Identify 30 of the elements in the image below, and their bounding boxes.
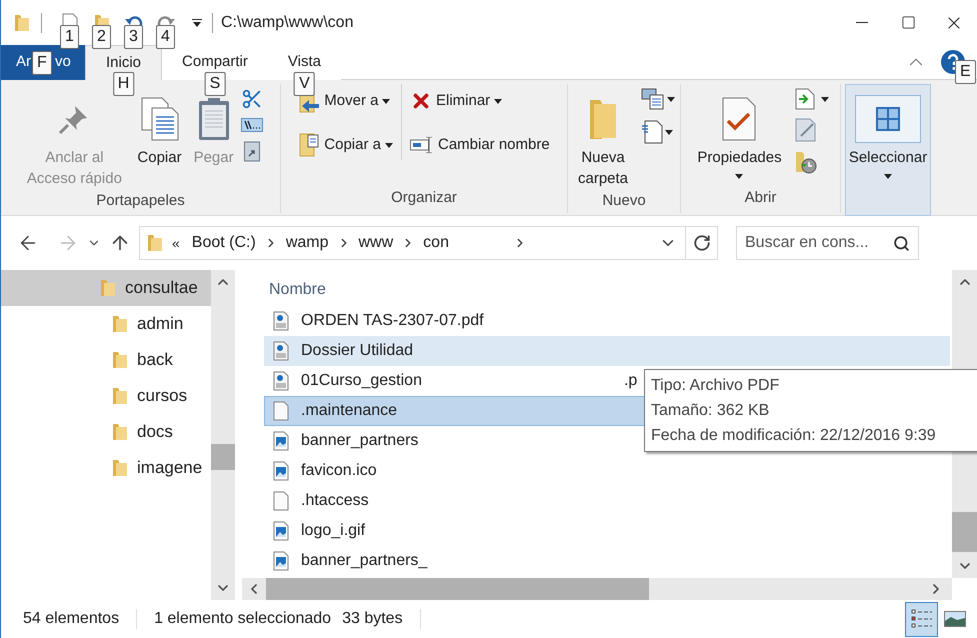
keytip-tooltip: 4 <box>156 24 175 48</box>
keytip-tooltip: H <box>112 72 134 96</box>
file-name: 01Curso_gestion <box>301 371 422 391</box>
group-label: Portapapeles <box>96 191 185 211</box>
file-extension: .p <box>624 371 638 391</box>
keytip-tooltip: F <box>32 51 52 75</box>
group-label: Organizar <box>391 188 457 208</box>
group-label: Nuevo <box>602 191 646 211</box>
group-label: Abrir <box>744 188 776 208</box>
file-name: ORDEN TAS-2307-07.pdf <box>301 311 484 331</box>
keytip-tooltip: S <box>204 72 226 96</box>
file-name: logo_i.gif <box>301 521 366 541</box>
file-name: banner_partners_ <box>301 551 428 571</box>
keytip-tooltip: V <box>294 72 315 96</box>
file-name: .htaccess <box>301 491 369 511</box>
file-name: favicon.ico <box>301 461 377 481</box>
keytip-tooltip: 3 <box>124 24 143 48</box>
file-name: .maintenance <box>301 401 398 421</box>
tooltip-line: Tipo: Archivo PDF <box>651 376 780 396</box>
tooltip-line: Tamaño: 362 KB <box>651 401 770 421</box>
status-text: 33 bytes <box>342 609 403 629</box>
tooltip-line: Fecha de modificación: 22/12/2016 9:39 <box>651 426 937 446</box>
file-name: banner_partners <box>301 431 418 451</box>
status-text: 1 elemento seleccionado <box>154 609 332 629</box>
file-name: Dossier Utilidad <box>301 341 414 361</box>
keytip-tooltip: 1 <box>60 24 79 48</box>
window-title: C:\wamp\www\con <box>221 12 354 32</box>
keytip-tooltip: 2 <box>92 24 111 48</box>
status-text: 54 elementos <box>23 609 120 629</box>
keytip-tooltip: E <box>955 60 976 84</box>
